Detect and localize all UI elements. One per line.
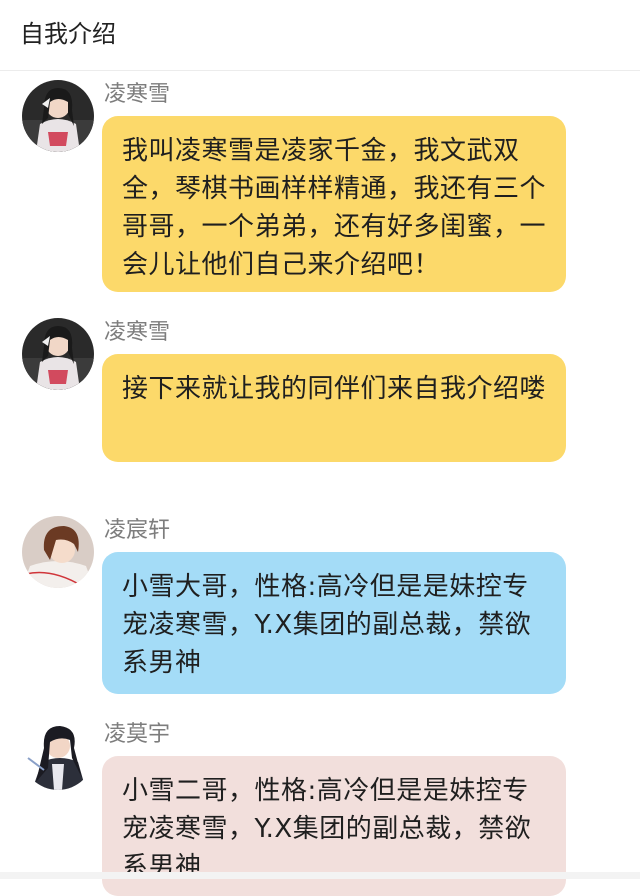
sender-name: 凌寒雪 bbox=[104, 320, 171, 345]
sender-name: 凌宸轩 bbox=[104, 518, 171, 543]
sender-name: 凌莫宇 bbox=[104, 722, 171, 747]
sender-name: 凌寒雪 bbox=[104, 82, 171, 107]
message-bubble[interactable]: 小雪大哥，性格:高冷但是是妹控专宠凌寒雪，Y.X集团的副总裁，禁欲系男神 bbox=[102, 552, 566, 694]
top-bar: 自我介绍 bbox=[0, 0, 640, 71]
page-title: 自我介绍 bbox=[20, 20, 116, 48]
message-bubble[interactable]: 我叫凌寒雪是凌家千金，我文武双全，琴棋书画样样精通，我还有三个哥哥，一个弟弟，还… bbox=[102, 116, 566, 292]
bottom-edge bbox=[0, 872, 640, 879]
message-bubble[interactable]: 接下来就让我的同伴们来自我介绍喽 bbox=[102, 354, 566, 462]
girl-avatar-icon[interactable] bbox=[22, 318, 94, 390]
girl-avatar-icon[interactable] bbox=[22, 80, 94, 152]
boy-avatar-icon[interactable] bbox=[22, 516, 94, 588]
boy-avatar-icon[interactable] bbox=[22, 718, 94, 790]
